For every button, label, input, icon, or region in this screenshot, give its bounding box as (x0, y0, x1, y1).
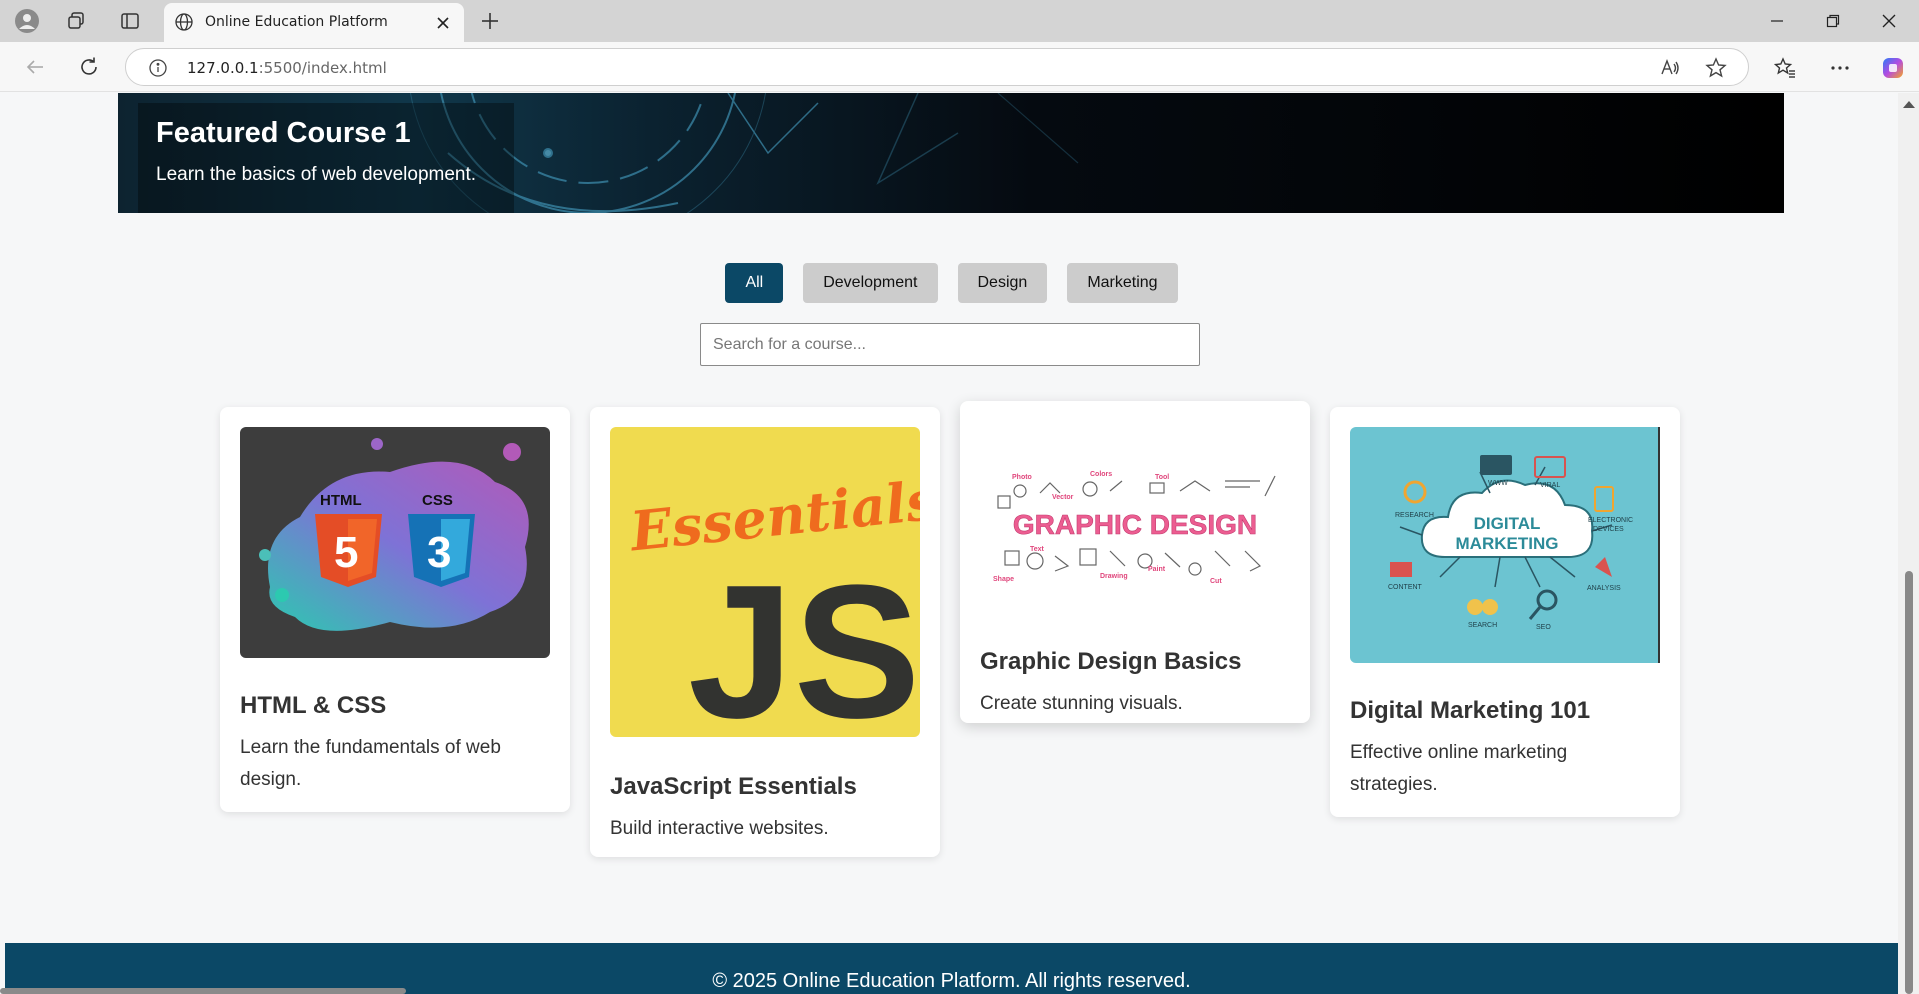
course-card-javascript[interactable]: Essentials JS JavaScript Essentials Buil… (590, 407, 940, 857)
vertical-tabs-icon[interactable] (116, 7, 144, 35)
electronic-label: ELECTRONIC (1588, 517, 1633, 524)
research-label: RESEARCH (1395, 512, 1434, 519)
hero-title: Featured Course 1 (156, 117, 411, 149)
content-label: CONTENT (1388, 584, 1423, 591)
favorite-star-icon[interactable] (1704, 56, 1728, 80)
www-label: WWW (1488, 480, 1508, 487)
more-options-icon[interactable] (1825, 53, 1855, 83)
course-card-html-css[interactable]: HTML CSS 5 3 HTML & CSS Learn the fundam… (220, 407, 570, 812)
favorites-icon[interactable] (1770, 53, 1800, 83)
page-viewport: Featured Course 1 Learn the basics of we… (5, 93, 1898, 994)
seo-label: SEO (1536, 624, 1551, 631)
text-label: Text (1030, 546, 1045, 553)
js-label: JS (688, 546, 920, 737)
graphic-design-label: GRAPHIC DESIGN (1013, 509, 1257, 540)
new-tab-icon[interactable] (478, 9, 502, 38)
course-card-digital-marketing[interactable]: DIGITAL MARKETING RESEARCH WWW VIRAL ELE… (1330, 407, 1680, 817)
svg-text:3: 3 (427, 528, 451, 577)
restore-icon[interactable] (1811, 6, 1855, 36)
globe-icon (174, 12, 194, 37)
scrollbar-thumb[interactable] (1905, 571, 1913, 994)
search-label: SEARCH (1468, 622, 1497, 629)
workspaces-icon[interactable] (62, 7, 90, 35)
course-search-input[interactable] (700, 323, 1200, 366)
css-label: CSS (422, 492, 453, 509)
site-info-icon[interactable] (148, 58, 168, 83)
vertical-scrollbar[interactable] (1898, 93, 1919, 994)
drawing-label: Drawing (1100, 573, 1128, 580)
tab-title: Online Education Platform (205, 14, 388, 30)
graphic-design-course-image: Photo Vector Colors Tool Text Shape Draw… (980, 421, 1290, 626)
digital-label: DIGITAL (1474, 514, 1541, 533)
url-path: :5500/index.html (258, 59, 387, 77)
scroll-up-arrow-icon[interactable] (1903, 101, 1915, 108)
copilot-icon[interactable] (1878, 53, 1908, 83)
featured-course-banner[interactable]: Featured Course 1 Learn the basics of we… (118, 93, 1784, 213)
javascript-course-image: Essentials JS (610, 427, 920, 737)
filter-development-button[interactable]: Development (803, 263, 938, 303)
course-description: Build interactive websites. (610, 818, 829, 839)
back-icon[interactable] (20, 52, 50, 82)
course-title: Graphic Design Basics (980, 648, 1242, 675)
filter-all-button[interactable]: All (725, 263, 784, 303)
paint-label: Paint (1148, 566, 1166, 573)
vector-label: Vector (1052, 494, 1074, 501)
close-tab-icon[interactable] (432, 12, 454, 34)
reload-icon[interactable] (74, 52, 104, 82)
page-footer: © 2025 Online Education Platform. All ri… (5, 943, 1898, 994)
url-host: 127.0.0.1 (187, 59, 259, 77)
svg-text:5: 5 (334, 528, 358, 577)
address-toolbar: 127.0.0.1:5500/index.html (0, 42, 1919, 92)
category-filters: All Development Design Marketing (5, 263, 1898, 303)
close-window-icon[interactable] (1867, 6, 1911, 36)
hero-caption: Featured Course 1 Learn the basics of we… (138, 103, 514, 213)
filter-design-button[interactable]: Design (957, 263, 1048, 303)
marketing-label: MARKETING (1456, 534, 1559, 553)
url-text: 127.0.0.1:5500/index.html (187, 59, 387, 77)
course-description: Effective online marketing strategies. (1350, 742, 1568, 795)
hero-subtitle: Learn the basics of web development. (156, 164, 477, 185)
course-description: Create stunning visuals. (980, 693, 1183, 714)
course-description: Learn the fundamentals of web design. (240, 737, 501, 790)
viral-label: VIRAL (1540, 482, 1560, 489)
active-tab[interactable]: Online Education Platform (164, 3, 464, 42)
profile-icon[interactable] (13, 7, 41, 35)
photo-label: Photo (1012, 474, 1032, 481)
digital-marketing-course-image: DIGITAL MARKETING RESEARCH WWW VIRAL ELE… (1350, 427, 1660, 663)
devices-label: DEVICES (1593, 526, 1624, 533)
analysis-label: ANALYSIS (1587, 585, 1621, 592)
tool-label: Tool (1155, 474, 1169, 481)
shape-label: Shape (993, 576, 1014, 583)
horizontal-scrollbar-thumb[interactable] (0, 988, 406, 994)
course-title: JavaScript Essentials (610, 773, 857, 800)
course-card-graphic-design[interactable]: Photo Vector Colors Tool Text Shape Draw… (960, 401, 1310, 723)
course-title: Digital Marketing 101 (1350, 697, 1591, 724)
html-css-course-image: HTML CSS 5 3 (240, 427, 550, 658)
url-bar[interactable]: 127.0.0.1:5500/index.html (125, 48, 1749, 86)
browser-tab-bar: Online Education Platform (0, 0, 1919, 42)
course-title: HTML & CSS (240, 692, 387, 719)
colors-label: Colors (1090, 471, 1112, 478)
read-aloud-icon[interactable] (1658, 56, 1682, 80)
minimize-icon[interactable] (1755, 6, 1799, 36)
html-label: HTML (320, 492, 362, 509)
cut-label: Cut (1210, 578, 1222, 585)
filter-marketing-button[interactable]: Marketing (1067, 263, 1178, 303)
